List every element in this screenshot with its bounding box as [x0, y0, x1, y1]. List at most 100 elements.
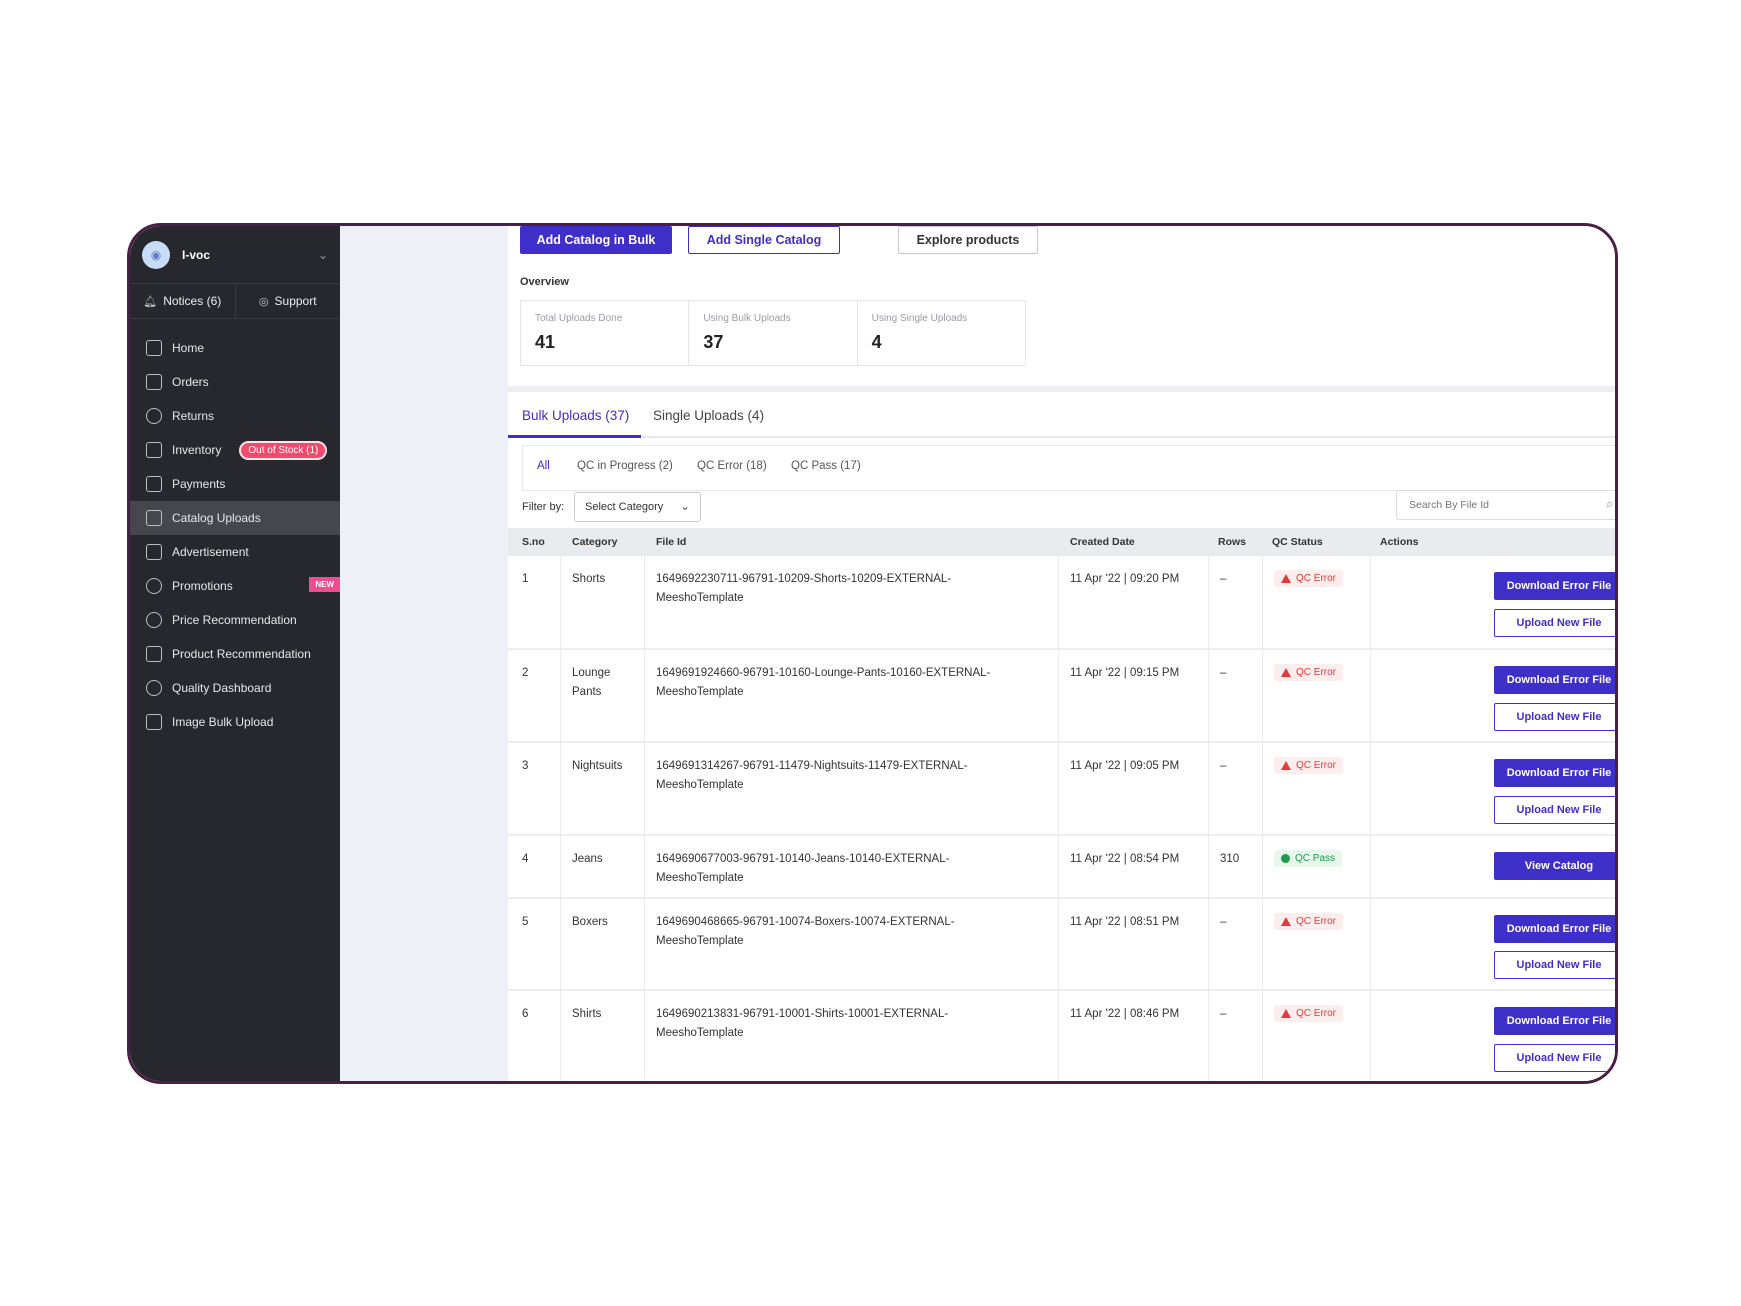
returns-icon	[146, 408, 162, 424]
subtab-qc-pass[interactable]: QC Pass (17)	[791, 460, 861, 472]
table-row: 6 Shirts 1649690213831-96791-10001-Shirt…	[508, 991, 1615, 1081]
qc-status-badge: QC Error	[1274, 664, 1343, 681]
category-select[interactable]: Select Category ⌄	[574, 492, 701, 522]
table-header: S.no Category File Id Created Date Rows …	[508, 528, 1615, 556]
row-file-id: 1649691924660-96791-10160-Lounge-Pants-1…	[656, 667, 991, 679]
qc-status-badge: QC Pass	[1274, 850, 1343, 867]
row-sno: 6	[522, 1008, 529, 1020]
upload-new-file-button[interactable]: Upload New File	[1494, 609, 1615, 637]
sidebar-item-label: Catalog Uploads	[172, 511, 261, 525]
sidebar-item-payments[interactable]: Payments	[130, 467, 340, 501]
col-qc-status: QC Status	[1272, 536, 1323, 548]
subtab-all[interactable]: All	[537, 460, 550, 472]
out-of-stock-badge[interactable]: Out of Stock (1)	[239, 440, 328, 460]
upload-new-file-button[interactable]: Upload New File	[1494, 951, 1615, 979]
row-rows: 310	[1220, 853, 1240, 865]
row-file-id: 1649690677003-96791-10140-Jeans-10140-EX…	[656, 853, 950, 865]
add-single-catalog-button[interactable]: Add Single Catalog	[688, 226, 840, 254]
row-sno: 5	[522, 916, 529, 928]
download-error-file-button[interactable]: Download Error File	[1494, 1007, 1615, 1035]
sidebar-item-promotions[interactable]: Promotions NEW	[130, 569, 340, 603]
stat-value: 37	[703, 332, 724, 352]
category-select-value: Select Category	[585, 501, 664, 513]
notices-label: Notices (6)	[163, 294, 222, 308]
sidebar-item-label: Payments	[172, 477, 226, 491]
row-category: Jeans	[572, 853, 603, 865]
inventory-icon	[146, 442, 162, 458]
download-error-file-button[interactable]: Download Error File	[1494, 915, 1615, 943]
warning-icon	[1281, 668, 1291, 677]
sidebar-item-returns[interactable]: Returns	[130, 399, 340, 433]
explore-products-button[interactable]: Explore products	[898, 226, 1038, 254]
subtab-qc-in-progress[interactable]: QC in Progress (2)	[577, 460, 673, 472]
sidebar-item-quality-dashboard[interactable]: Quality Dashboard	[130, 671, 340, 705]
sidebar-item-image-bulk-upload[interactable]: Image Bulk Upload	[130, 705, 340, 739]
view-catalog-button[interactable]: View Catalog	[1494, 852, 1615, 880]
search-icon[interactable]: ⌕	[1606, 496, 1613, 512]
stat-total-uploads: Total Uploads Done 41	[521, 301, 688, 365]
download-error-file-button[interactable]: Download Error File	[1494, 759, 1615, 787]
sidebar-item-price-recommendation[interactable]: Price Recommendation	[130, 603, 340, 637]
notices-button[interactable]: 🔔︎ Notices (6)	[130, 284, 235, 318]
col-file-id: File Id	[656, 536, 687, 548]
col-actions: Actions	[1380, 536, 1419, 548]
sidebar-item-label: Orders	[172, 375, 209, 389]
download-error-file-button[interactable]: Download Error File	[1494, 572, 1615, 600]
row-category: Boxers	[572, 916, 608, 928]
sidebar-item-catalog-uploads[interactable]: Catalog Uploads	[130, 501, 340, 535]
file-id-search-input[interactable]	[1396, 490, 1615, 520]
warning-icon	[1281, 1009, 1291, 1018]
account-switcher[interactable]: ◉ I-voc ⌄	[130, 226, 340, 284]
sidebar-item-label: Returns	[172, 409, 215, 423]
percent-icon	[146, 578, 162, 594]
upload-new-file-button[interactable]: Upload New File	[1494, 796, 1615, 824]
warning-icon	[1281, 761, 1291, 770]
sidebar-item-label: Image Bulk Upload	[172, 715, 274, 729]
stat-label: Using Bulk Uploads	[703, 313, 791, 324]
row-file-id-suffix: MeeshoTemplate	[656, 935, 744, 947]
subtab-qc-error[interactable]: QC Error (18)	[697, 460, 767, 472]
bell-icon: 🔔︎	[143, 295, 158, 308]
row-created-date: 11 Apr '22 | 09:15 PM	[1070, 667, 1180, 679]
sidebar-item-inventory[interactable]: Inventory Out of Stock (1)	[130, 433, 340, 467]
add-catalog-bulk-button[interactable]: Add Catalog in Bulk	[520, 226, 672, 254]
row-rows: –	[1220, 760, 1227, 772]
qc-filter-tabs: All QC in Progress (2) QC Error (18) QC …	[522, 445, 1615, 491]
row-created-date: 11 Apr '22 | 08:54 PM	[1070, 853, 1180, 865]
sidebar-item-product-recommendation[interactable]: Product Recommendation	[130, 637, 340, 671]
upload-new-file-button[interactable]: Upload New File	[1494, 703, 1615, 731]
qc-status-badge: QC Error	[1274, 1005, 1343, 1022]
table-row: 1 Shorts 1649692230711-96791-10209-Short…	[508, 556, 1615, 650]
sidebar-item-advertisement[interactable]: Advertisement	[130, 535, 340, 569]
stat-bulk-uploads: Using Bulk Uploads 37	[688, 301, 856, 365]
tab-single-uploads[interactable]: Single Uploads (4)	[653, 408, 764, 423]
support-button[interactable]: ◎ Support	[234, 284, 341, 318]
table-row: 3 Nightsuits 1649691314267-96791-11479-N…	[508, 743, 1615, 836]
row-file-id-suffix: MeeshoTemplate	[656, 1027, 744, 1039]
stat-label: Total Uploads Done	[535, 313, 623, 324]
image-icon	[146, 714, 162, 730]
quality-icon	[146, 680, 162, 696]
content-gutter	[340, 226, 508, 1081]
upload-new-file-button[interactable]: Upload New File	[1494, 1044, 1615, 1072]
row-sno: 2	[522, 667, 529, 679]
row-file-id: 1649691314267-96791-11479-Nightsuits-114…	[656, 760, 968, 772]
price-icon	[146, 612, 162, 628]
sidebar: ◉ I-voc ⌄ 🔔︎ Notices (6) ◎ Support Home …	[130, 226, 340, 1081]
row-created-date: 11 Apr '22 | 08:46 PM	[1070, 1008, 1180, 1020]
download-error-file-button[interactable]: Download Error File	[1494, 666, 1615, 694]
tab-bulk-uploads[interactable]: Bulk Uploads (37)	[522, 408, 629, 423]
active-tab-indicator	[508, 435, 641, 438]
row-sno: 3	[522, 760, 529, 772]
qc-status-label: QC Pass	[1295, 853, 1336, 864]
app-window: ◉ I-voc ⌄ 🔔︎ Notices (6) ◎ Support Home …	[127, 223, 1618, 1084]
row-sno: 1	[522, 573, 529, 585]
sidebar-item-label: Advertisement	[172, 545, 249, 559]
upload-tabs: Bulk Uploads (37) Single Uploads (4)	[508, 396, 1615, 438]
row-category: Shorts	[572, 573, 606, 585]
support-label: Support	[274, 294, 317, 308]
sidebar-item-orders[interactable]: Orders	[130, 365, 340, 399]
avatar: ◉	[142, 240, 170, 269]
check-circle-icon	[1281, 854, 1290, 863]
sidebar-item-home[interactable]: Home	[130, 331, 340, 365]
